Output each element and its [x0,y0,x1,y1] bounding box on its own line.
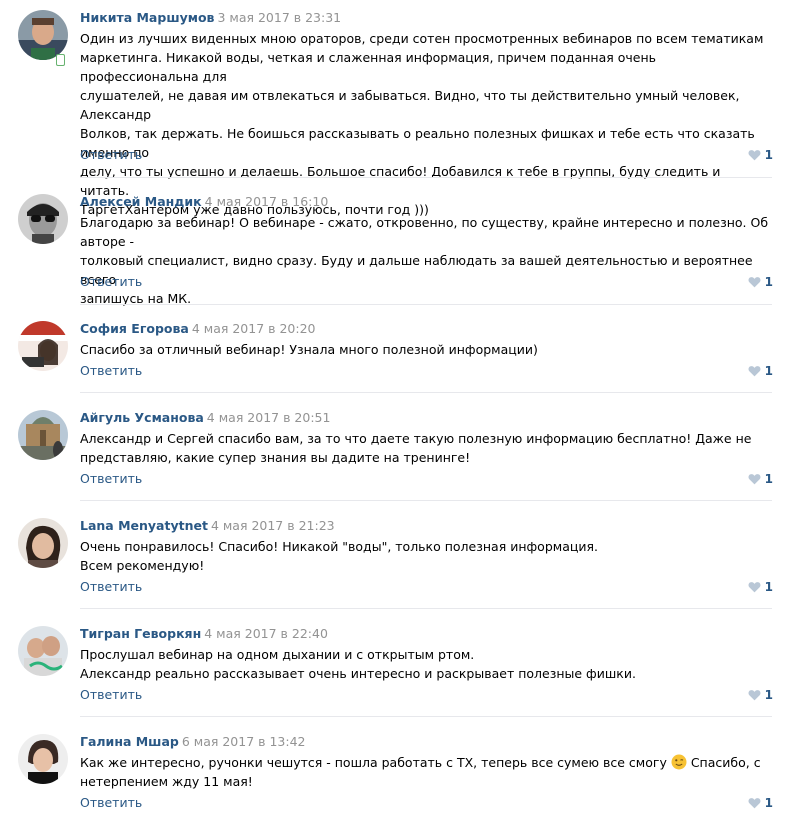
like-button[interactable]: 1 [748,687,773,703]
like-count: 1 [764,275,773,289]
mobile-badge-icon [56,54,65,66]
avatar[interactable] [18,626,68,676]
comment-date[interactable]: 4 мая 2017 в 16:10 [205,194,329,209]
comment: Алексей Мандик 4 мая 2017 в 16:10 Благода… [0,194,788,314]
reply-link[interactable]: Ответить [80,795,142,811]
like-button[interactable]: 1 [748,471,773,487]
avatar-photo-icon [18,518,68,568]
comment: Lana Menyatytnet 4 мая 2017 в 21:23 Очень… [0,518,788,618]
reply-link[interactable]: Ответить [80,687,142,703]
avatar[interactable] [18,734,68,784]
comment: София Егорова 4 мая 2017 в 20:20 Спасибо … [0,321,788,401]
heart-icon [748,690,761,701]
heart-icon [748,366,761,377]
comment: Галина Мшар 6 мая 2017 в 13:42 Как же инт… [0,734,788,820]
avatar-photo-icon [18,734,68,784]
like-button[interactable]: 1 [748,579,773,595]
comment-text: Спасибо за отличный вебинар! Узнала мног… [80,342,538,357]
comment-author[interactable]: Алексей Мандик [80,194,202,209]
comment-text: Один из лучших виденных мною ораторов, с… [80,31,764,217]
like-count: 1 [764,688,773,702]
comment-author[interactable]: София Егорова [80,321,189,336]
like-count: 1 [764,148,773,162]
like-button[interactable]: 1 [748,795,773,811]
comment-author[interactable]: Айгуль Усманова [80,410,204,425]
avatar-photo-icon [18,10,68,60]
reply-link[interactable]: Ответить [80,579,142,595]
heart-icon [748,150,761,161]
like-button[interactable]: 1 [748,147,773,163]
like-button[interactable]: 1 [748,363,773,379]
avatar-photo-icon [18,410,68,460]
divider [80,608,772,609]
divider [80,500,772,501]
avatar[interactable] [18,10,68,60]
avatar[interactable] [18,321,68,371]
comment-author[interactable]: Галина Мшар [80,734,179,749]
avatar-photo-icon [18,194,68,244]
divider [80,304,772,305]
comment: Тигран Геворкян 4 мая 2017 в 22:40 Прослу… [0,626,788,726]
avatar-photo-icon [18,626,68,676]
like-button[interactable]: 1 [748,274,773,290]
reply-link[interactable]: Ответить [80,363,142,379]
heart-icon [748,474,761,485]
heart-icon [748,798,761,809]
avatar[interactable] [18,518,68,568]
divider [80,716,772,717]
like-count: 1 [764,472,773,486]
comment: Айгуль Усманова 4 мая 2017 в 20:51 Алекса… [0,410,788,510]
winking-face-icon [671,754,687,770]
comment-date[interactable]: 3 мая 2017 в 23:31 [217,10,341,25]
comment: Никита Маршумов 3 мая 2017 в 23:31 Один и… [0,10,788,217]
reply-link[interactable]: Ответить [80,471,142,487]
comment-text: Прослушал вебинар на одном дыхании и с о… [80,647,636,681]
comments-list: Никита Маршумов 3 мая 2017 в 23:31 Один и… [0,0,788,820]
reply-link[interactable]: Ответить [80,147,142,163]
reply-link[interactable]: Ответить [80,274,142,290]
avatar[interactable] [18,194,68,244]
comment-text: Александр и Сергей спасибо вам, за то чт… [80,431,752,465]
comment-date[interactable]: 4 мая 2017 в 21:23 [211,518,335,533]
comment-author[interactable]: Тигран Геворкян [80,626,201,641]
heart-icon [748,582,761,593]
comment-date[interactable]: 4 мая 2017 в 20:20 [192,321,316,336]
heart-icon [748,277,761,288]
comment-text: Благодарю за вебинар! О вебинаре - сжато… [80,215,769,306]
divider [80,177,772,178]
divider [80,392,772,393]
comment-text: Очень понравилось! Спасибо! Никакой "вод… [80,539,598,573]
comment-date[interactable]: 6 мая 2017 в 13:42 [182,734,306,749]
like-count: 1 [764,364,773,378]
comment-author[interactable]: Lana Menyatytnet [80,518,208,533]
like-count: 1 [764,796,773,810]
avatar-photo-icon [18,321,68,371]
comment-text: Как же интересно, ручонки чешутся - пошл… [80,754,761,789]
avatar[interactable] [18,410,68,460]
comment-date[interactable]: 4 мая 2017 в 22:40 [204,626,328,641]
like-count: 1 [764,580,773,594]
comment-date[interactable]: 4 мая 2017 в 20:51 [207,410,331,425]
comment-author[interactable]: Никита Маршумов [80,10,214,25]
